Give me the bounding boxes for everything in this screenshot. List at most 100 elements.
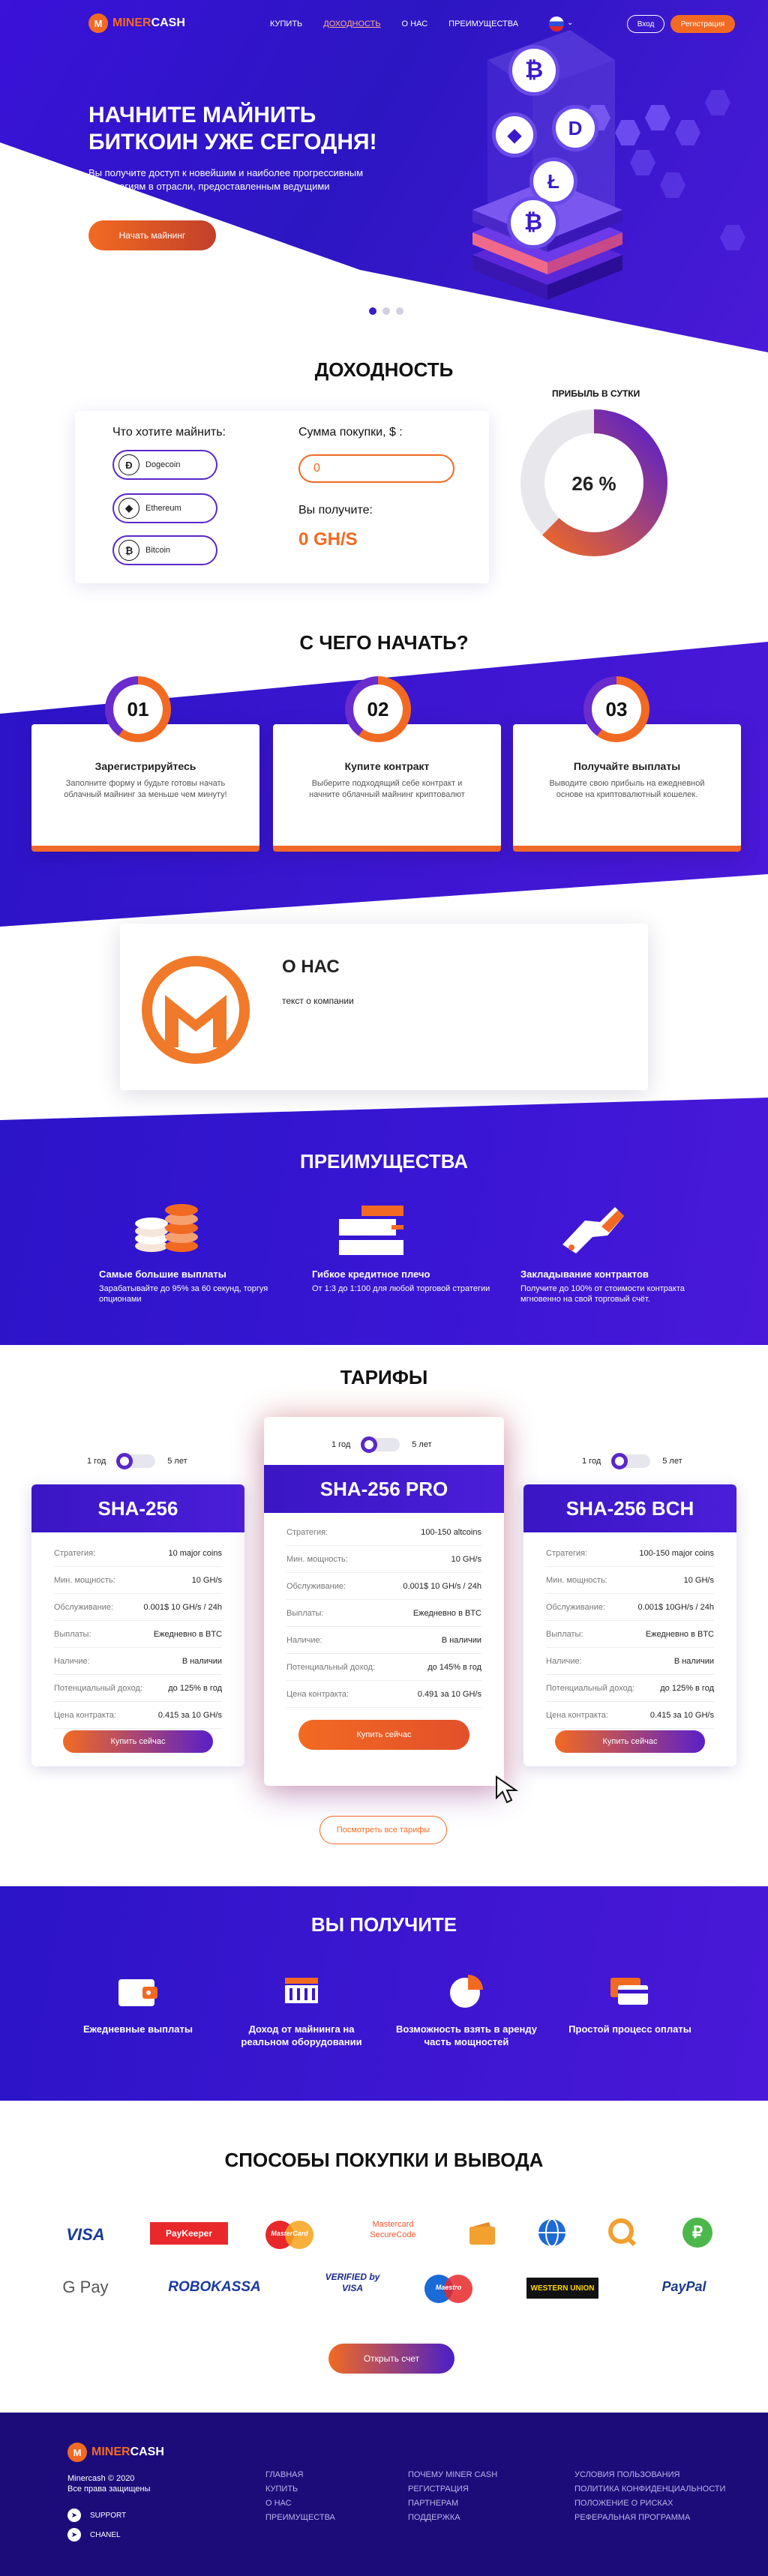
plan-row-key: Мин. мощность: (546, 1575, 608, 1585)
footer-logo[interactable]: M MINER CASH (68, 2443, 164, 2462)
plan-row-value: до 125% в год (168, 1683, 222, 1693)
footer-link[interactable]: ПОЧЕМУ MINER CASH (408, 2468, 497, 2482)
register-button[interactable]: Регистрация (670, 15, 735, 33)
logo-mark-icon: M (88, 13, 108, 33)
login-button[interactable]: Вход (627, 15, 664, 33)
about-title: О НАС (282, 957, 340, 977)
plan-row-value: 10 GH/s (191, 1575, 222, 1585)
receive-item: Ежедневные выплаты (63, 1973, 213, 2035)
google-pay-logo: G Pay (62, 2278, 109, 2296)
term-toggle-switch[interactable] (116, 1453, 156, 1469)
plan-row-key: Стратегия: (286, 1527, 328, 1537)
bitcoin-icon: ₿ (118, 540, 140, 561)
open-account-button[interactable]: Открыть счет (328, 2344, 454, 2374)
footer-link[interactable]: ПОДДЕРЖКА (408, 2511, 497, 2525)
plan-row-value: 10 GH/s (451, 1554, 482, 1564)
mining-rig-icon (285, 1978, 318, 2003)
advantages-title: ПРЕИМУЩЕСТВА (300, 1150, 468, 1173)
chanel-label: CHANEL (90, 2530, 121, 2539)
plan-row: Наличие: В наличии (286, 1627, 482, 1654)
step-number-badge: 03 (584, 676, 650, 742)
dogecoin-icon: Ð (118, 454, 140, 475)
slider-dot[interactable] (396, 307, 404, 315)
plan-card-sha256-bch: SHA-256 BCH Стратегия: 100-150 major coin… (524, 1484, 736, 1766)
plan-row-value: В наличии (182, 1656, 222, 1666)
plan-name: SHA-256 (32, 1484, 244, 1532)
hero-title: НАЧНИТЕ МАЙНИТЬ БИТКОИН УЖЕ СЕГОДНЯ! (88, 103, 377, 154)
algo-bitcoin[interactable]: ₿ Bitcoin (112, 535, 218, 565)
plan-row: Потенциальный доход: до 145% в год (286, 1654, 482, 1681)
language-flag-icon[interactable] (549, 16, 564, 31)
slider-dot[interactable] (382, 307, 390, 315)
term-toggle-switch[interactable] (611, 1453, 651, 1469)
algo-dogecoin[interactable]: Ð Dogecoin (112, 450, 218, 480)
menu-item-buy[interactable]: КУПИТЬ (270, 19, 302, 28)
footer-link[interactable]: РЕГИСТРАЦИЯ (408, 2482, 497, 2497)
footer-col-1: ГЛАВНАЯ КУПИТЬ О НАС ПРЕИМУЩЕСТВА (266, 2468, 335, 2525)
support-link[interactable]: ➤ SUPPORT (68, 2509, 126, 2522)
robokassa-logo: ROBOKASSA (168, 2279, 261, 2295)
brand-logo[interactable]: M MINER CASH (88, 13, 185, 33)
term-a-label: 1 год (87, 1457, 106, 1466)
plan-row-key: Обслуживание: (546, 1602, 606, 1612)
advantage-text: От 1:3 до 1:100 для любой торговой страт… (312, 1284, 490, 1293)
term-b-label: 5 лет (167, 1457, 188, 1466)
chevron-down-icon[interactable]: ⌄ (567, 19, 573, 27)
plan-name: SHA-256 PRO (264, 1465, 504, 1513)
brand-name-b: CASH (151, 16, 185, 29)
view-all-tariffs-button[interactable]: Посмотреть все тарифы (320, 1816, 447, 1844)
plan-row-key: Потенциальный доход: (54, 1683, 142, 1693)
menu-item-profit[interactable]: ДОХОДНОСТЬ (323, 19, 380, 28)
algo-ethereum[interactable]: ◆ Ethereum (112, 493, 218, 523)
footer-link[interactable]: О НАС (266, 2497, 335, 2511)
menu-item-advantages[interactable]: ПРЕИМУЩЕСТВА (448, 19, 518, 28)
footer-link[interactable]: УСЛОВИЯ ПОЛЬЗОВАНИЯ (574, 2468, 725, 2482)
term-toggle[interactable]: 1 год 5 лет (582, 1453, 682, 1469)
logo-mark-icon: M (68, 2443, 87, 2462)
footer-link[interactable]: ПОЛОЖЕНИЕ О РИСКАХ (574, 2497, 725, 2511)
start-mining-button[interactable]: Начать майнинг (88, 220, 216, 250)
plan-row: Стратегия: 100-150 major coins (546, 1540, 714, 1567)
plan-row-key: Наличие: (286, 1635, 322, 1645)
plan-row: Обслуживание: 0.001$ 10 GH/s / 24h (54, 1594, 222, 1621)
plan-row-value: 100-150 major coins (639, 1548, 714, 1558)
advantage-title: Закладывание контрактов (520, 1269, 649, 1280)
how-to-start-title: С ЧЕГО НАЧАТЬ? (299, 631, 469, 654)
term-toggle[interactable]: 1 год 5 лет (332, 1436, 432, 1453)
plan-card-sha256-pro: 1 год 5 лет SHA-256 PRO Стратегия: 100-15… (264, 1417, 504, 1786)
plan-row: Потенциальный доход: до 125% в год (54, 1675, 222, 1702)
plan-row-value: Ежедневно в BTC (412, 1608, 482, 1618)
term-toggle-switch[interactable] (361, 1436, 400, 1453)
sum-input[interactable]: 0 (298, 454, 454, 483)
plan-row-value: 0.001$ 10 GH/s / 24h (403, 1581, 482, 1591)
footer-link[interactable]: ПОЛИТИКА КОНФИДЕНЦИАЛЬНОСТИ (574, 2482, 725, 2497)
maestro-logo: Maestro (424, 2273, 472, 2303)
term-toggle[interactable]: 1 год 5 лет (87, 1453, 188, 1469)
menu-item-about[interactable]: О НАС (402, 19, 428, 28)
footer-link[interactable]: ПРЕИМУЩЕСТВА (266, 2511, 335, 2525)
receive-item-label: Доход от майнинга на реальном оборудован… (241, 2023, 362, 2047)
buy-now-button[interactable]: Купить сейчас (63, 1730, 213, 1753)
footer-link[interactable]: КУПИТЬ (266, 2482, 335, 2497)
receive-title: ВЫ ПОЛУЧИТЕ (310, 1913, 458, 1936)
footer-link[interactable]: ПАРТНЕРАМ (408, 2497, 497, 2511)
buy-now-button[interactable]: Купить сейчас (555, 1730, 705, 1753)
plan-row: Мин. мощность: 10 GH/s (546, 1567, 714, 1594)
plan-row-key: Стратегия: (54, 1548, 96, 1558)
chanel-link[interactable]: ➤ CHANEL (68, 2528, 121, 2542)
plan-row-key: Наличие: (546, 1656, 582, 1666)
footer-link[interactable]: РЕФЕРАЛЬНАЯ ПРОГРАММА (574, 2511, 725, 2525)
buy-now-button-featured[interactable]: Купить сейчас (298, 1720, 470, 1750)
plan-row-value: 0.415 за 10 GH/s (650, 1710, 714, 1720)
receive-item-label: Простой процесс оплаты (568, 2023, 692, 2035)
plan-row-value: 10 major coins (168, 1548, 222, 1558)
plan-row-key: Потенциальный доход: (286, 1662, 375, 1672)
step-text: Заполните форму и будьте готовы начать о… (64, 779, 227, 799)
plan-row: Стратегия: 10 major coins (54, 1540, 222, 1567)
plan-row: Цена контракта: 0.415 за 10 GH/s (546, 1702, 714, 1729)
plan-row-key: Выплаты: (54, 1629, 92, 1639)
slider-dot[interactable] (369, 307, 376, 315)
slider-dots (369, 307, 404, 315)
bitcoin-coin-icon: ₿ (508, 45, 560, 96)
footer-link[interactable]: ГЛАВНАЯ (266, 2468, 335, 2482)
